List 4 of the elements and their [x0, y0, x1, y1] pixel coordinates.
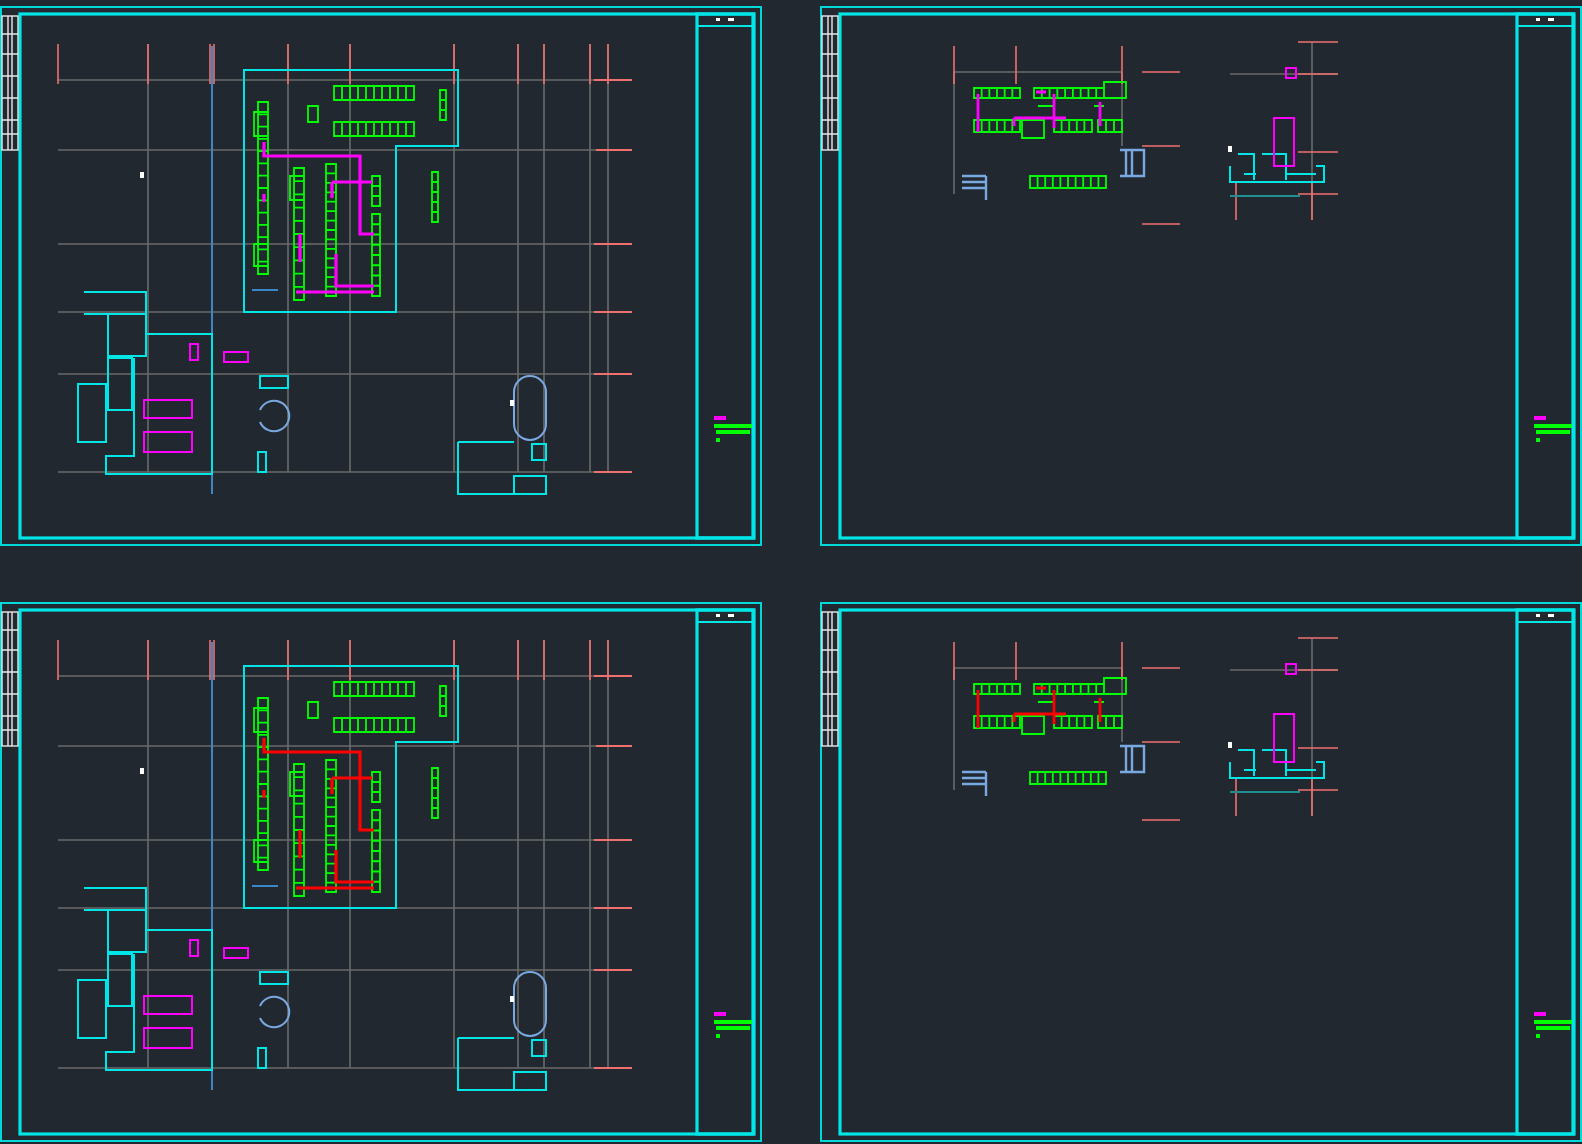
- sheet-index-table: [821, 611, 839, 747]
- sheet-index-table: [821, 15, 839, 151]
- sheet-index-table: [1, 15, 19, 151]
- sheet-index-table: [1, 611, 19, 747]
